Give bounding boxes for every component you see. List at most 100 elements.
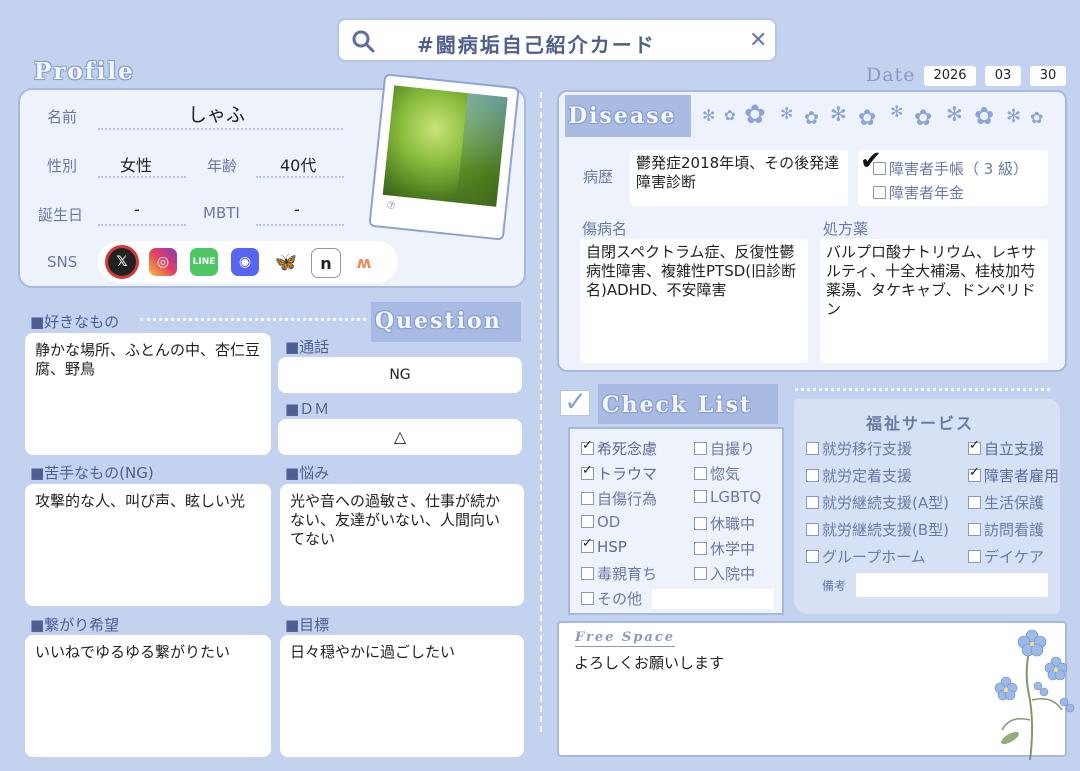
check-item-label: 休職中 bbox=[710, 515, 756, 533]
search-text[interactable]: #闘病垢自己紹介カード bbox=[417, 29, 656, 58]
age-field[interactable]: 40代 bbox=[256, 148, 344, 178]
name-field[interactable]: しゃふ bbox=[98, 98, 343, 130]
call-box[interactable]: NG bbox=[278, 357, 522, 393]
check-item[interactable]: 就労継続支援(A型) bbox=[806, 492, 949, 513]
checkbox[interactable] bbox=[806, 442, 819, 455]
check-item[interactable]: デイケア bbox=[968, 546, 1044, 567]
close-icon[interactable]: ✕ bbox=[749, 28, 767, 53]
gender-field[interactable]: 女性 bbox=[98, 148, 186, 178]
worries-box[interactable]: 光や音への過敏さ、仕事が続かない、友達がいない、人間向いてない bbox=[280, 484, 524, 606]
check-item[interactable]: 休学中 bbox=[694, 538, 755, 559]
welfare-note-field[interactable] bbox=[856, 573, 1048, 597]
date-label: Date bbox=[866, 64, 916, 86]
note-icon[interactable]: n bbox=[311, 248, 341, 278]
checklist-other-field[interactable] bbox=[652, 589, 774, 609]
question-title: Question bbox=[375, 308, 502, 334]
check-item[interactable]: 自立支援 bbox=[968, 438, 1044, 459]
check-item[interactable]: 自傷行為 bbox=[581, 488, 657, 509]
check-item[interactable]: OD bbox=[581, 513, 620, 531]
diagnosis-label: 傷病名 bbox=[582, 220, 628, 238]
age-value: 40代 bbox=[280, 156, 317, 175]
checkbox[interactable] bbox=[806, 469, 819, 482]
check-item[interactable]: 自撮り bbox=[694, 438, 755, 459]
goal-label: ■目標 bbox=[285, 616, 330, 634]
checkbox[interactable] bbox=[968, 550, 981, 563]
mbti-field[interactable]: - bbox=[256, 196, 344, 226]
diagnosis-box[interactable]: 自閉スペクトラム症、反復性鬱病性障害、複雑性PTSD(旧診断名)ADHD、不安障… bbox=[580, 239, 808, 363]
dm-box[interactable]: △ bbox=[278, 419, 522, 455]
meds-box[interactable]: バルプロ酸ナトリウム、レキサルティ、十全大補湯、桂枝加芍薬湯、タケキャブ、ドンペ… bbox=[820, 239, 1048, 363]
check-item[interactable]: 休職中 bbox=[694, 513, 755, 534]
likes-box[interactable]: 静かな場所、ふとんの中、杏仁豆腐、野鳥 bbox=[25, 333, 271, 455]
check-item[interactable]: 惚気 bbox=[694, 463, 740, 484]
checkbox[interactable] bbox=[968, 465, 981, 482]
disease-title: Disease bbox=[568, 103, 677, 129]
check-item-label: その他 bbox=[597, 590, 643, 608]
checkbox[interactable] bbox=[581, 567, 594, 580]
check-item[interactable]: 就労移行支援 bbox=[806, 438, 912, 459]
check-item[interactable]: 訪問看護 bbox=[968, 519, 1044, 540]
checkbox[interactable] bbox=[581, 438, 594, 455]
pension-check[interactable]: 障害者年金 bbox=[873, 182, 964, 203]
checkbox[interactable] bbox=[694, 542, 707, 555]
sns-label: SNS bbox=[47, 253, 78, 271]
date-day[interactable]: 30 bbox=[1030, 66, 1066, 86]
check-item[interactable]: LGBTQ bbox=[694, 488, 761, 506]
checkbox[interactable] bbox=[581, 463, 594, 480]
checkbox[interactable] bbox=[806, 550, 819, 563]
misskey-icon[interactable]: ʍ bbox=[350, 248, 378, 276]
checklist-title: Check List bbox=[602, 392, 753, 418]
checkbox[interactable] bbox=[806, 523, 819, 536]
dislikes-box[interactable]: 攻撃的な人、叫び声、眩しい光 bbox=[25, 484, 271, 606]
check-item[interactable]: 毒親育ち bbox=[581, 563, 657, 584]
welfare-title: 福祉サービス bbox=[866, 414, 975, 433]
check-item[interactable]: トラウマ bbox=[581, 463, 657, 484]
checkbox[interactable] bbox=[694, 517, 707, 530]
goal-box[interactable]: 日々穏やかに過ごしたい bbox=[280, 635, 524, 757]
checkbox[interactable] bbox=[806, 496, 819, 509]
checkbox[interactable] bbox=[581, 536, 594, 553]
techo-label: 障害者手帳（ 3 級） bbox=[889, 160, 1029, 178]
checkbox[interactable] bbox=[581, 515, 594, 528]
call-value: NG bbox=[389, 367, 411, 383]
line-icon[interactable]: LINE bbox=[190, 248, 218, 276]
checkbox[interactable] bbox=[694, 442, 707, 455]
check-item[interactable]: HSP bbox=[581, 536, 627, 556]
instagram-icon[interactable]: ◎ bbox=[149, 248, 177, 276]
check-item[interactable]: 就労継続支援(B型) bbox=[806, 519, 949, 540]
discord-icon[interactable]: ◉ bbox=[231, 248, 259, 276]
connect-box[interactable]: いいねでゆるゆる繋がりたい bbox=[25, 635, 271, 757]
check-item[interactable]: グループホーム bbox=[806, 546, 926, 567]
check-item-label: LGBTQ bbox=[710, 488, 762, 506]
age-label: 年齢 bbox=[207, 157, 238, 175]
check-item[interactable]: 障害者雇用 bbox=[968, 465, 1059, 486]
sns-bar: 𝕏 ◎ LINE ◉ 🦋 n ʍ bbox=[98, 241, 398, 283]
check-item[interactable]: 生活保護 bbox=[968, 492, 1044, 513]
search-bar[interactable]: #闘病垢自己紹介カード ✕ bbox=[337, 18, 777, 62]
checkbox[interactable] bbox=[968, 496, 981, 509]
welfare-dots bbox=[795, 388, 1050, 391]
check-item-label: OD bbox=[597, 513, 621, 531]
checkbox[interactable] bbox=[694, 490, 707, 503]
check-item[interactable]: 就労定着支援 bbox=[806, 465, 912, 486]
checkbox[interactable] bbox=[968, 438, 981, 455]
checkbox[interactable] bbox=[581, 492, 594, 505]
date-month[interactable]: 03 bbox=[985, 66, 1021, 86]
check-item[interactable]: 入院中 bbox=[694, 563, 755, 584]
bluesky-icon[interactable]: 🦋 bbox=[272, 248, 300, 276]
checkbox[interactable] bbox=[581, 592, 594, 605]
check-item-label: 障害者雇用 bbox=[984, 467, 1060, 485]
checkbox[interactable] bbox=[968, 523, 981, 536]
check-item-label: 惚気 bbox=[710, 465, 741, 483]
date-year[interactable]: 2026 bbox=[924, 66, 976, 86]
pension-checkbox[interactable] bbox=[873, 186, 886, 199]
checkbox[interactable] bbox=[694, 467, 707, 480]
birthday-label: 誕生日 bbox=[38, 206, 84, 224]
birthday-field[interactable]: - bbox=[98, 196, 186, 226]
checkbox[interactable] bbox=[694, 567, 707, 580]
check-item[interactable]: 希死念慮 bbox=[581, 438, 657, 459]
techo-check[interactable]: 障害者手帳（ 3 級） bbox=[873, 158, 1028, 179]
history-box[interactable]: 鬱発症2018年頃、その後発達障害診断 bbox=[630, 150, 848, 206]
check-item[interactable]: その他 bbox=[581, 588, 642, 609]
x-icon[interactable]: 𝕏 bbox=[108, 248, 136, 276]
